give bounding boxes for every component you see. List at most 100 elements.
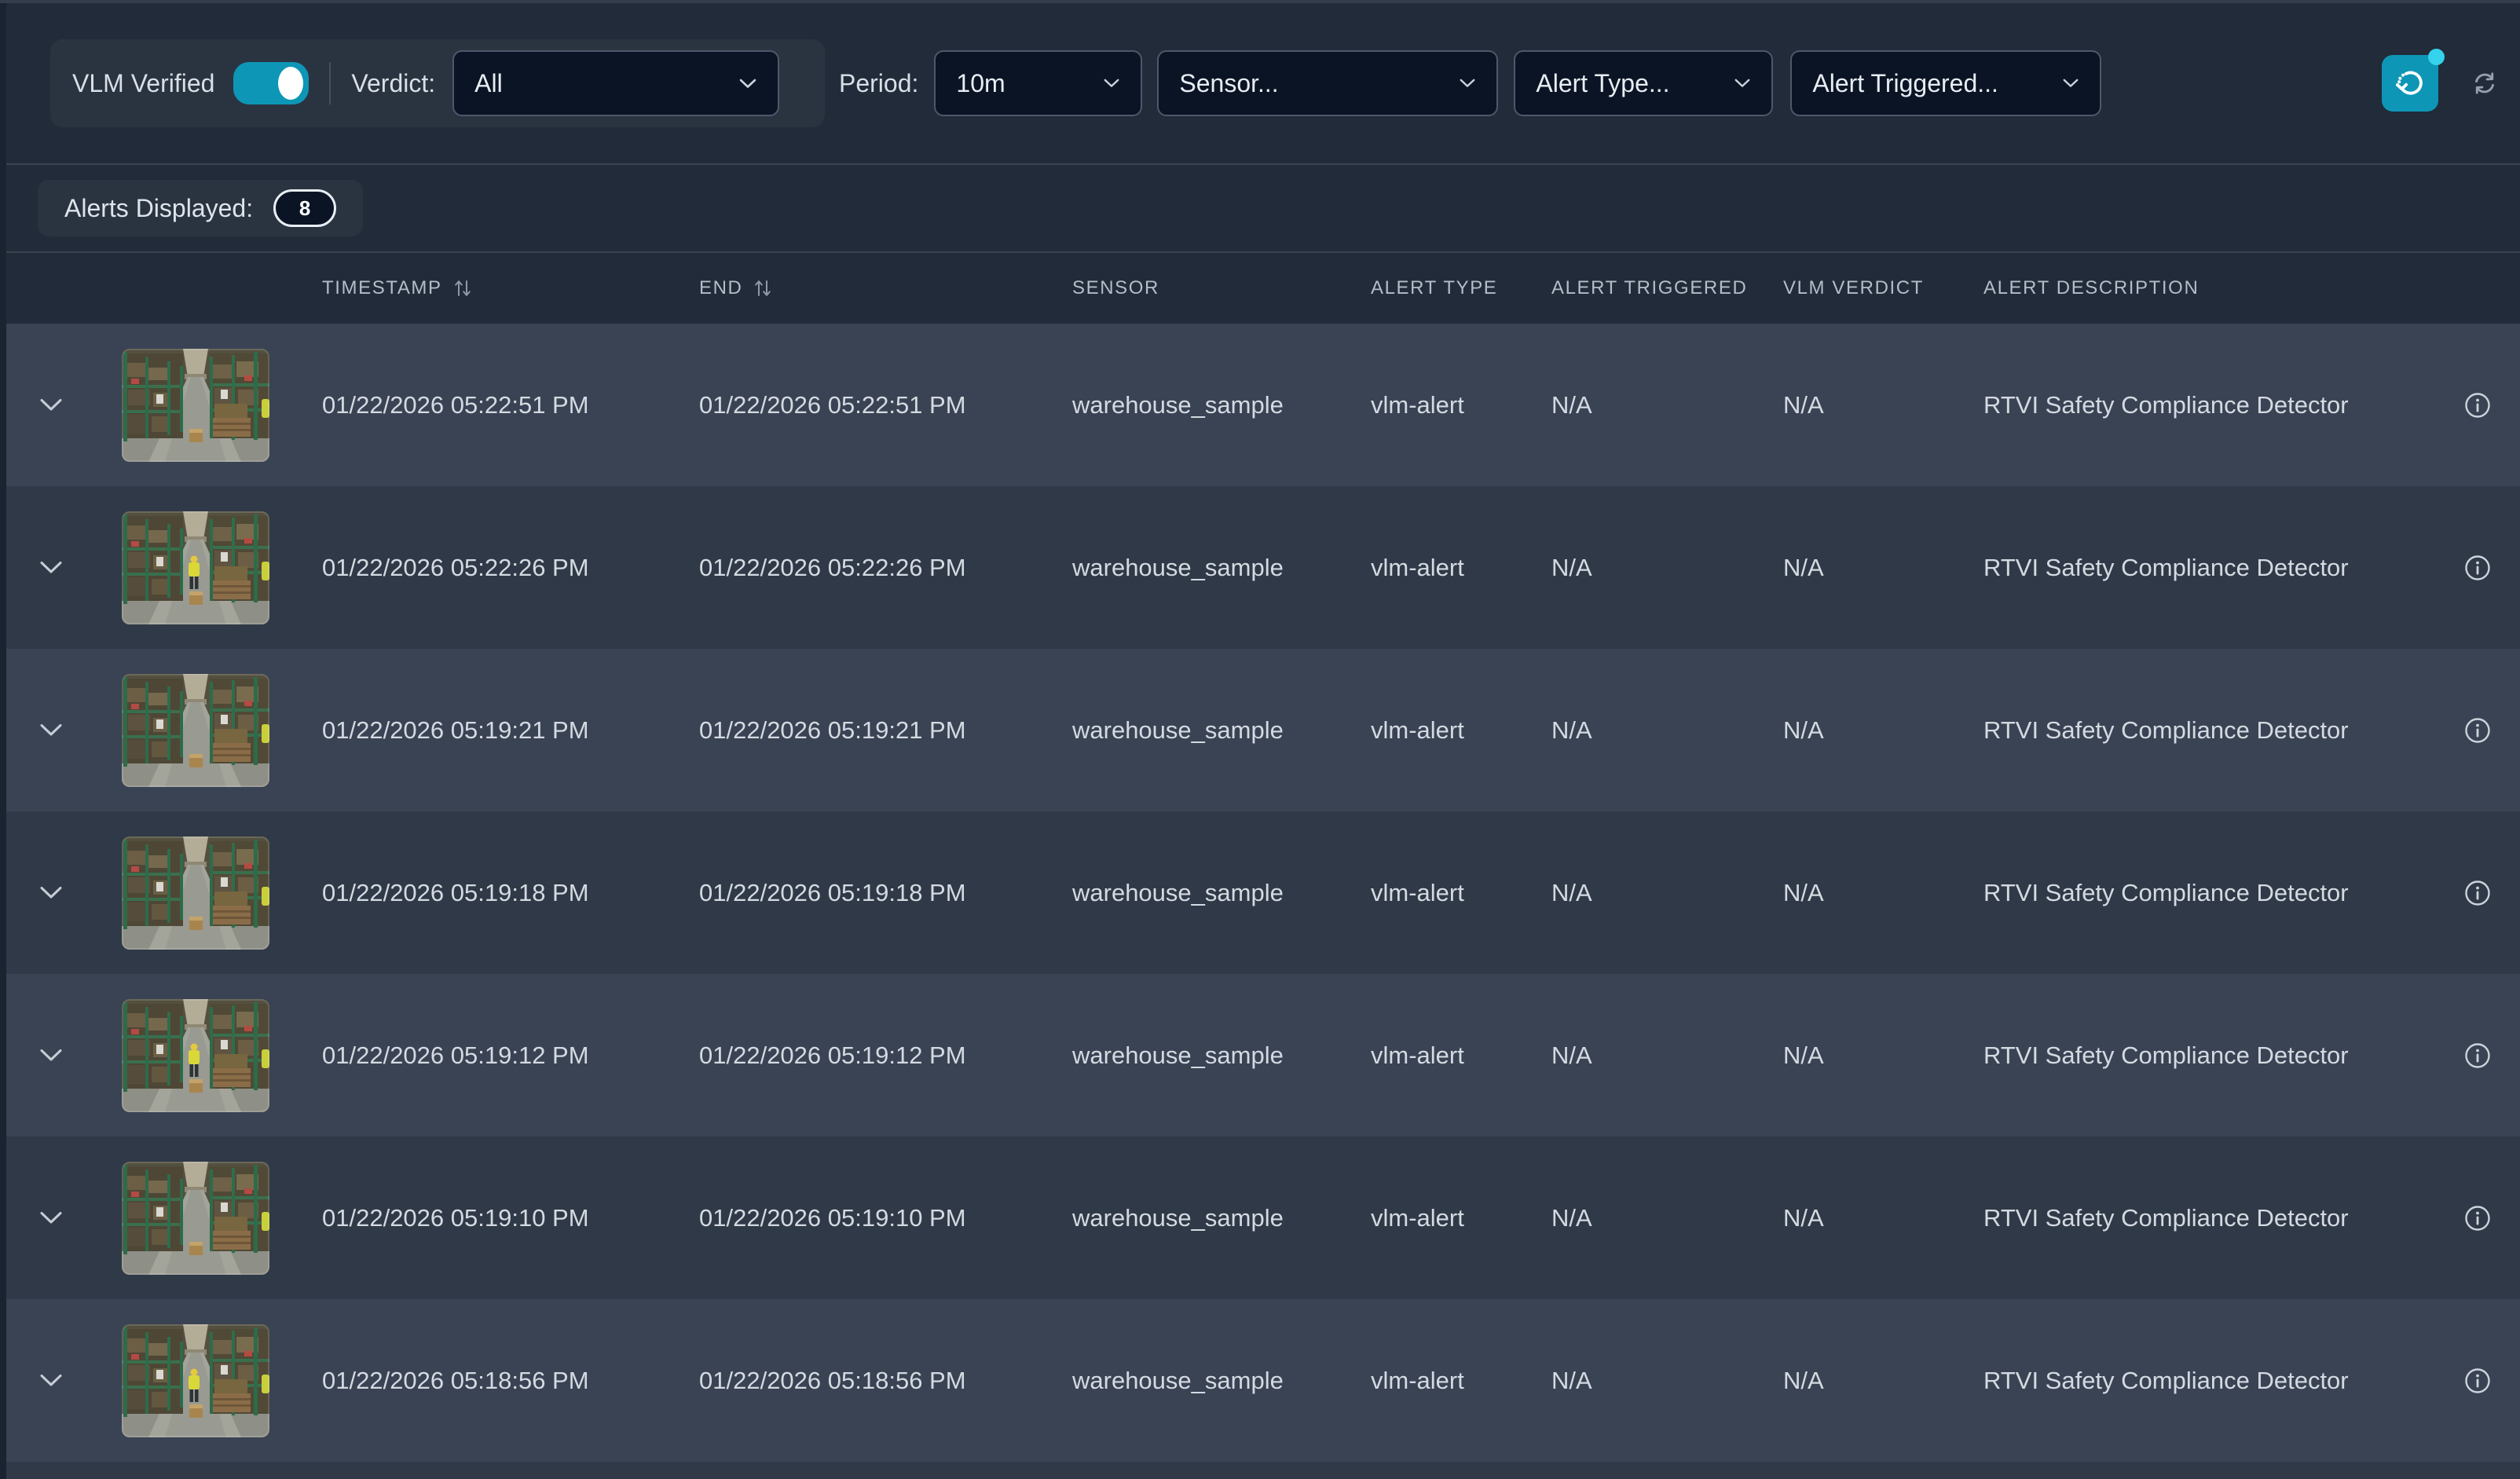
expand-chevron-icon[interactable] (39, 1210, 63, 1225)
column-header-alert-type: ALERT TYPE (1371, 277, 1551, 299)
cell-timestamp: 01/22/2026 05:19:12 PM (322, 1042, 699, 1070)
cell-sensor: warehouse_sample (1072, 716, 1371, 745)
table-row: 01/22/2026 05:18:56 PM 01/22/2026 05:18:… (6, 1299, 2520, 1462)
alert-thumbnail[interactable] (122, 349, 269, 462)
cell-alert-type: vlm-alert (1371, 716, 1551, 745)
cell-end: 01/22/2026 05:19:12 PM (699, 1042, 1072, 1070)
verdict-value: All (474, 69, 503, 98)
cell-end: 01/22/2026 05:18:56 PM (699, 1367, 1072, 1395)
alert-thumbnail[interactable] (122, 674, 269, 787)
sensor-select[interactable]: Sensor... (1157, 50, 1498, 116)
verdict-select[interactable]: All (452, 50, 779, 116)
alert-triggered-select[interactable]: Alert Triggered... (1790, 50, 2101, 116)
cell-end: 01/22/2026 05:22:26 PM (699, 554, 1072, 582)
cell-alert-description: RTVI Safety Compliance Detector (1983, 1367, 2435, 1395)
filters-toolbar: VLM Verified Verdict: All Period: 10m Se… (6, 3, 2520, 165)
column-header-timestamp[interactable]: TIMESTAMP (322, 277, 699, 299)
cell-alert-description: RTVI Safety Compliance Detector (1983, 1204, 2435, 1232)
cell-alert-triggered: N/A (1551, 716, 1783, 745)
column-header-end[interactable]: END (699, 277, 1072, 299)
refresh-button[interactable] (2471, 70, 2498, 97)
cell-alert-type: vlm-alert (1371, 1204, 1551, 1232)
cell-alert-triggered: N/A (1551, 1367, 1783, 1395)
info-icon[interactable] (2463, 879, 2492, 907)
cell-sensor: warehouse_sample (1072, 879, 1371, 907)
cell-alert-type: vlm-alert (1371, 554, 1551, 582)
expand-chevron-icon[interactable] (39, 1373, 63, 1388)
cell-end: 01/22/2026 05:22:51 PM (699, 391, 1072, 419)
period-select[interactable]: 10m (934, 50, 1142, 116)
expand-chevron-icon[interactable] (39, 723, 63, 738)
column-header-vlm-verdict: VLM VERDICT (1783, 277, 1983, 299)
table-row: 01/22/2026 05:22:51 PM 01/22/2026 05:22:… (6, 324, 2520, 486)
info-icon[interactable] (2463, 1367, 2492, 1395)
column-header-label: END (699, 277, 742, 299)
divider (329, 62, 331, 104)
column-header-sensor: SENSOR (1072, 277, 1371, 299)
expand-chevron-icon[interactable] (39, 1048, 63, 1063)
cell-alert-triggered: N/A (1551, 554, 1783, 582)
cell-vlm-verdict: N/A (1783, 716, 1983, 745)
toggle-knob (278, 67, 303, 100)
cell-alert-type: vlm-alert (1371, 391, 1551, 419)
cell-alert-triggered: N/A (1551, 879, 1783, 907)
auto-refresh-button[interactable] (2382, 55, 2438, 112)
chevron-down-icon (1459, 78, 1476, 89)
period-value: 10m (956, 69, 1005, 98)
cell-alert-description: RTVI Safety Compliance Detector (1983, 391, 2435, 419)
table-body: 01/22/2026 05:22:51 PM 01/22/2026 05:22:… (6, 324, 2520, 1462)
cell-alert-description: RTVI Safety Compliance Detector (1983, 554, 2435, 582)
cell-timestamp: 01/22/2026 05:19:21 PM (322, 716, 699, 745)
cell-timestamp: 01/22/2026 05:22:26 PM (322, 554, 699, 582)
info-icon[interactable] (2463, 1042, 2492, 1070)
cell-alert-description: RTVI Safety Compliance Detector (1983, 1042, 2435, 1070)
table-row: 01/22/2026 05:19:21 PM 01/22/2026 05:19:… (6, 649, 2520, 811)
status-badge-dot (2428, 49, 2445, 65)
alert-thumbnail[interactable] (122, 837, 269, 950)
cell-end: 01/22/2026 05:19:10 PM (699, 1204, 1072, 1232)
column-header-alert-description: ALERT DESCRIPTION (1983, 277, 2435, 299)
cell-vlm-verdict: N/A (1783, 1204, 1983, 1232)
verdict-label: Verdict: (351, 69, 435, 98)
alert-thumbnail[interactable] (122, 999, 269, 1112)
expand-chevron-icon[interactable] (39, 397, 63, 412)
alert-thumbnail[interactable] (122, 1324, 269, 1437)
period-label: Period: (839, 69, 918, 98)
cell-alert-triggered: N/A (1551, 1042, 1783, 1070)
cell-vlm-verdict: N/A (1783, 391, 1983, 419)
expand-chevron-icon[interactable] (39, 560, 63, 575)
sort-arrows-icon (753, 277, 772, 299)
cell-timestamp: 01/22/2026 05:22:51 PM (322, 391, 699, 419)
cell-sensor: warehouse_sample (1072, 1204, 1371, 1232)
cell-alert-triggered: N/A (1551, 391, 1783, 419)
cell-alert-triggered: N/A (1551, 1204, 1783, 1232)
column-header-label: TIMESTAMP (322, 277, 442, 299)
info-icon[interactable] (2463, 554, 2492, 582)
sort-arrows-icon (453, 277, 472, 299)
info-icon[interactable] (2463, 391, 2492, 419)
column-header-label: ALERT TYPE (1371, 277, 1497, 299)
alert-thumbnail[interactable] (122, 1162, 269, 1275)
cell-end: 01/22/2026 05:19:18 PM (699, 879, 1072, 907)
cell-alert-description: RTVI Safety Compliance Detector (1983, 879, 2435, 907)
chevron-down-icon (1734, 78, 1751, 89)
refresh-icon (2471, 70, 2498, 97)
alerts-displayed-chip: Alerts Displayed: 8 (38, 180, 363, 236)
expand-chevron-icon[interactable] (39, 885, 63, 900)
alert-type-placeholder: Alert Type... (1536, 69, 1669, 98)
alert-type-select[interactable]: Alert Type... (1514, 50, 1773, 116)
info-icon[interactable] (2463, 716, 2492, 745)
vlm-verified-toggle[interactable] (233, 62, 309, 104)
table-row-partial (6, 1462, 2520, 1479)
cell-alert-description: RTVI Safety Compliance Detector (1983, 716, 2435, 745)
info-icon[interactable] (2463, 1204, 2492, 1232)
cell-alert-type: vlm-alert (1371, 879, 1551, 907)
cell-sensor: warehouse_sample (1072, 391, 1371, 419)
table-header: TIMESTAMP END SENSORALERT TYPEALERT TRIG… (6, 253, 2520, 324)
alert-thumbnail[interactable] (122, 511, 269, 624)
cell-vlm-verdict: N/A (1783, 554, 1983, 582)
chevron-down-icon (738, 78, 757, 90)
cell-timestamp: 01/22/2026 05:19:10 PM (322, 1204, 699, 1232)
cell-vlm-verdict: N/A (1783, 1042, 1983, 1070)
table-row: 01/22/2026 05:22:26 PM 01/22/2026 05:22:… (6, 486, 2520, 649)
